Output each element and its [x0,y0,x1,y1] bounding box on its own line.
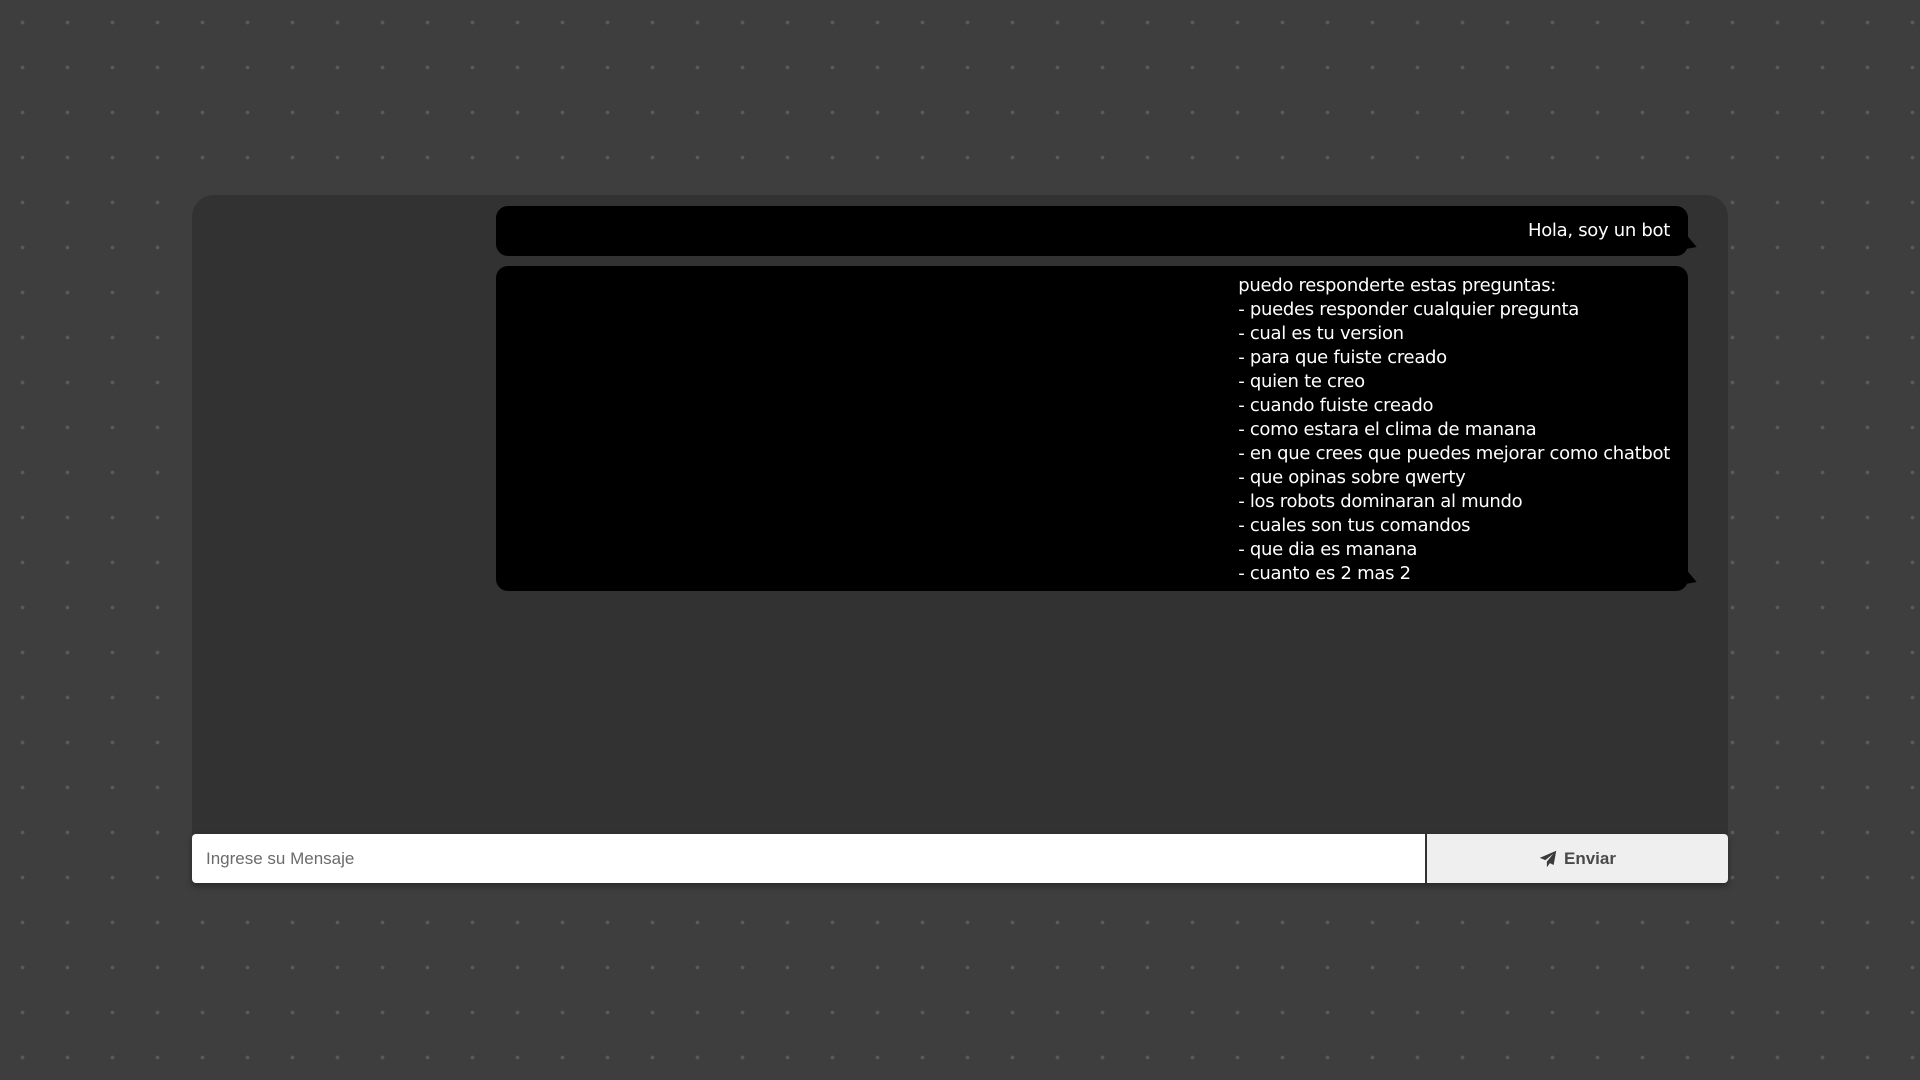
bot-message-greeting: Hola, soy un bot [496,206,1688,256]
question-item: - puedes responder cualquier pregunta [1238,299,1579,320]
question-item: - los robots dominaran al mundo [1238,491,1523,512]
message-composer: Enviar [192,834,1728,883]
send-button[interactable]: Enviar [1427,834,1728,883]
question-item: - que dia es manana [1238,539,1418,560]
question-item: - cual es tu version [1238,323,1404,344]
question-item: - cuando fuiste creado [1238,395,1434,416]
paper-plane-icon [1539,850,1557,868]
question-item: - para que fuiste creado [1238,347,1447,368]
question-item: - como estara el clima de manana [1238,419,1537,440]
send-button-label: Enviar [1564,848,1616,868]
bot-message-questions: puedo responderte estas preguntas: - pue… [496,266,1688,591]
message-input[interactable] [192,834,1425,883]
question-item: - cuales son tus comandos [1238,515,1471,536]
bot-message-text: Hola, soy un bot [1527,220,1670,241]
question-item: - en que crees que puedes mejorar como c… [1238,443,1670,464]
question-item: - cuanto es 2 mas 2 [1238,563,1411,584]
question-list-intro: puedo responderte estas preguntas: [1238,275,1557,296]
question-list: puedo responderte estas preguntas: - pue… [1238,274,1670,584]
question-item: - quien te creo [1238,371,1365,392]
chat-panel: Hola, soy un bot puedo responderte estas… [192,195,1728,883]
message-list: Hola, soy un bot puedo responderte estas… [496,206,1688,601]
question-item: - que opinas sobre qwerty [1238,467,1466,488]
